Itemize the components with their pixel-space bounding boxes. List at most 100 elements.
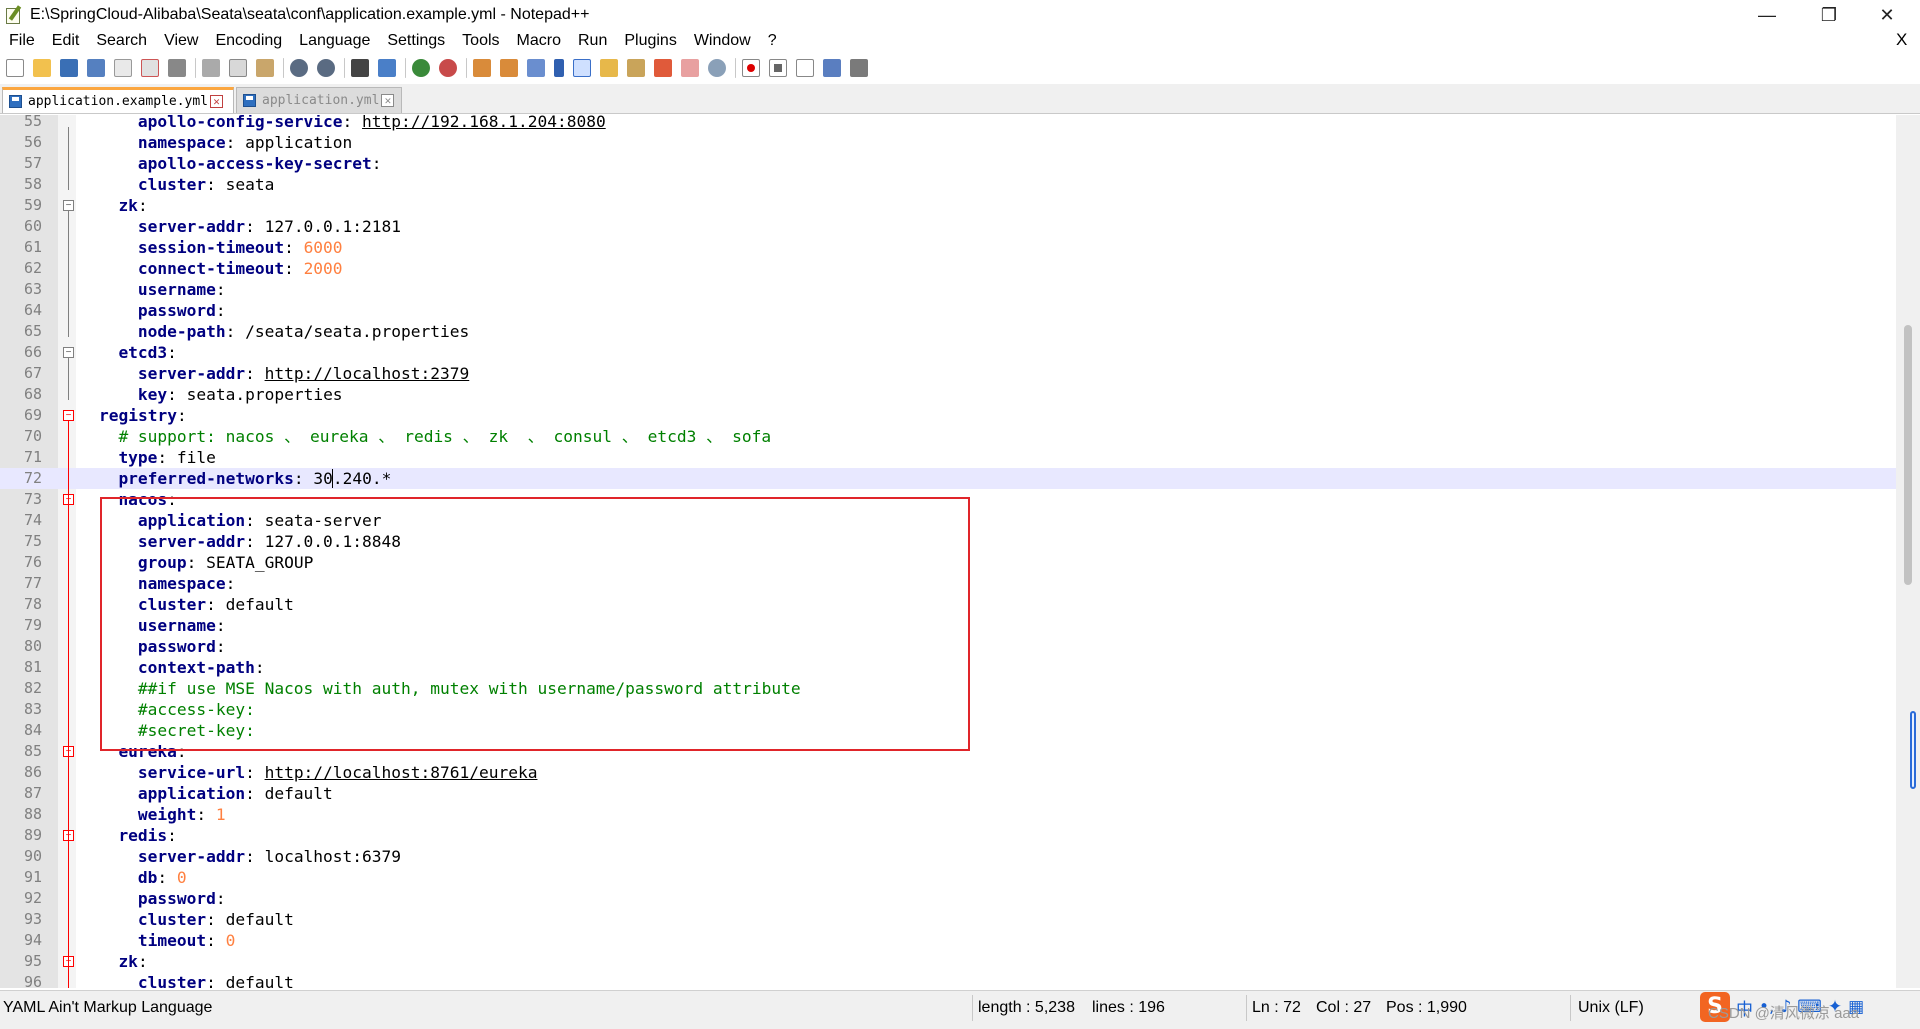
code-line[interactable]: 89redis:− bbox=[0, 825, 1896, 846]
menu-run[interactable]: Run bbox=[569, 32, 615, 50]
scrollbar-thumb[interactable] bbox=[1904, 325, 1912, 585]
code-line[interactable]: 67 server-addr: http://localhost:2379 bbox=[0, 363, 1896, 384]
cut-icon[interactable] bbox=[202, 59, 220, 77]
code-line[interactable]: 95zk:− bbox=[0, 951, 1896, 972]
code-line[interactable]: 58 cluster: seata bbox=[0, 174, 1896, 195]
print-icon[interactable] bbox=[168, 59, 186, 77]
new-file-icon[interactable] bbox=[6, 59, 24, 77]
stop-macro-icon[interactable] bbox=[769, 59, 787, 77]
menu-macro[interactable]: Macro bbox=[508, 32, 569, 50]
sync-horizontal-icon[interactable] bbox=[500, 59, 518, 77]
monitoring-icon[interactable] bbox=[708, 59, 726, 77]
vertical-scrollbar[interactable] bbox=[1896, 115, 1920, 988]
show-all-chars-icon[interactable] bbox=[554, 59, 564, 77]
udl-icon[interactable] bbox=[600, 59, 618, 77]
code-editor[interactable]: 55 apollo-config-service: http://192.168.… bbox=[0, 115, 1920, 988]
run-macro-multiple-icon[interactable] bbox=[823, 59, 841, 77]
restore-button[interactable]: ❐ bbox=[1806, 0, 1852, 30]
copy-icon[interactable] bbox=[229, 59, 247, 77]
menu-language[interactable]: Language bbox=[290, 32, 378, 50]
find-icon[interactable] bbox=[351, 59, 369, 77]
fold-toggle-icon[interactable]: − bbox=[63, 347, 74, 358]
close-icon[interactable] bbox=[114, 59, 132, 77]
menu-search[interactable]: Search bbox=[87, 32, 155, 50]
word-wrap-icon[interactable] bbox=[527, 59, 545, 77]
indent-guide-icon[interactable] bbox=[573, 59, 591, 77]
menu-view[interactable]: View bbox=[155, 32, 206, 50]
code-line[interactable]: 62 connect-timeout: 2000 bbox=[0, 258, 1896, 279]
code-line[interactable]: 63 username: bbox=[0, 279, 1896, 300]
menu-help[interactable]: ? bbox=[759, 32, 785, 50]
code-line[interactable]: 66 etcd3: − bbox=[0, 342, 1896, 363]
code-line[interactable]: 68 key: seata.properties bbox=[0, 384, 1896, 405]
zoom-in-icon[interactable] bbox=[412, 59, 430, 77]
tab-close-icon[interactable]: ✕ bbox=[210, 95, 224, 108]
code-line[interactable]: 59 zk: − bbox=[0, 195, 1896, 216]
code-line[interactable]: 76 group: SEATA_GROUP bbox=[0, 552, 1896, 573]
minimize-button[interactable]: — bbox=[1744, 0, 1790, 30]
close-all-icon[interactable] bbox=[141, 59, 159, 77]
code-line[interactable]: 86 service-url: http://localhost:8761/eur… bbox=[0, 762, 1896, 783]
menu-edit[interactable]: Edit bbox=[43, 32, 88, 50]
code-line[interactable]: 83 #access-key: bbox=[0, 699, 1896, 720]
code-line[interactable]: 55 apollo-config-service: http://192.168.… bbox=[0, 115, 1896, 132]
code-line[interactable]: 96 cluster: default bbox=[0, 972, 1896, 988]
code-line[interactable]: 73nacos:− bbox=[0, 489, 1896, 510]
code-line[interactable]: 65 node-path: /seata/seata.properties bbox=[0, 321, 1896, 342]
yaml-url-value[interactable]: http://192.168.1.204:8080 bbox=[362, 115, 606, 131]
code-line[interactable]: 80 password: bbox=[0, 636, 1896, 657]
code-line[interactable]: 85eureka:− bbox=[0, 741, 1896, 762]
menu-plugins[interactable]: Plugins bbox=[615, 32, 684, 50]
redo-icon[interactable] bbox=[317, 59, 335, 77]
close-window-button[interactable]: ✕ bbox=[1864, 0, 1910, 30]
menu-settings[interactable]: Settings bbox=[378, 32, 453, 50]
code-line[interactable]: 84 #secret-key: bbox=[0, 720, 1896, 741]
undo-icon[interactable] bbox=[290, 59, 308, 77]
menu-window[interactable]: Window bbox=[685, 32, 759, 50]
code-line[interactable]: 82 ##if use MSE Nacos with auth, mutex wi… bbox=[0, 678, 1896, 699]
code-line[interactable]: 94 timeout: 0 bbox=[0, 930, 1896, 951]
code-line[interactable]: 81 context-path: bbox=[0, 657, 1896, 678]
replace-icon[interactable] bbox=[378, 59, 396, 77]
code-line[interactable]: 87 application: default bbox=[0, 783, 1896, 804]
tab-application-example-yml[interactable]: application.example.yml ✕ bbox=[2, 87, 234, 113]
code-line[interactable]: 72 preferred-networks: 30.240.* bbox=[0, 468, 1896, 489]
doc-map-icon[interactable] bbox=[627, 59, 645, 77]
zoom-out-icon[interactable] bbox=[439, 59, 457, 77]
code-line[interactable]: 64 password: bbox=[0, 300, 1896, 321]
fold-toggle-icon[interactable]: − bbox=[63, 410, 74, 421]
code-line[interactable]: 77 namespace: bbox=[0, 573, 1896, 594]
play-macro-icon[interactable] bbox=[796, 59, 814, 77]
code-line[interactable]: 75 server-addr: 127.0.0.1:8848 bbox=[0, 531, 1896, 552]
code-line[interactable]: 90 server-addr: localhost:6379 bbox=[0, 846, 1896, 867]
menu-tools[interactable]: Tools bbox=[453, 32, 507, 50]
save-all-icon[interactable] bbox=[87, 59, 105, 77]
code-line[interactable]: 69 registry: − bbox=[0, 405, 1896, 426]
code-line[interactable]: 79 username: bbox=[0, 615, 1896, 636]
code-line[interactable]: 78 cluster: default bbox=[0, 594, 1896, 615]
code-line[interactable]: 92 password: bbox=[0, 888, 1896, 909]
code-line[interactable]: 70 # support: nacos 、 eureka 、 redis 、 zk… bbox=[0, 426, 1896, 447]
code-line[interactable]: 91 db: 0 bbox=[0, 867, 1896, 888]
code-line[interactable]: 88 weight: 1 bbox=[0, 804, 1896, 825]
save-icon[interactable] bbox=[60, 59, 78, 77]
code-line[interactable]: 56 namespace: application bbox=[0, 132, 1896, 153]
sync-vertical-icon[interactable] bbox=[473, 59, 491, 77]
open-file-icon[interactable] bbox=[33, 59, 51, 77]
menu-encoding[interactable]: Encoding bbox=[206, 32, 290, 50]
tab-application-yml[interactable]: application.yml ✕ bbox=[236, 87, 402, 113]
code-line[interactable]: 60 server-addr: 127.0.0.1:2181 bbox=[0, 216, 1896, 237]
menu-file[interactable]: File bbox=[0, 32, 43, 50]
code-line[interactable]: 57 apollo-access-key-secret: bbox=[0, 153, 1896, 174]
function-list-icon[interactable] bbox=[654, 59, 672, 77]
yaml-url-value[interactable]: http://localhost:8761/eureka bbox=[265, 763, 538, 782]
save-macro-icon[interactable] bbox=[850, 59, 868, 77]
yaml-url-value[interactable]: http://localhost:2379 bbox=[265, 364, 470, 383]
code-line[interactable]: 71 type: file bbox=[0, 447, 1896, 468]
paste-icon[interactable] bbox=[256, 59, 274, 77]
code-line[interactable]: 61 session-timeout: 6000 bbox=[0, 237, 1896, 258]
tab-close-icon[interactable]: ✕ bbox=[381, 94, 395, 107]
close-document-button[interactable]: X bbox=[1896, 30, 1907, 50]
code-line[interactable]: 93 cluster: default bbox=[0, 909, 1896, 930]
folder-workspace-icon[interactable] bbox=[681, 59, 699, 77]
